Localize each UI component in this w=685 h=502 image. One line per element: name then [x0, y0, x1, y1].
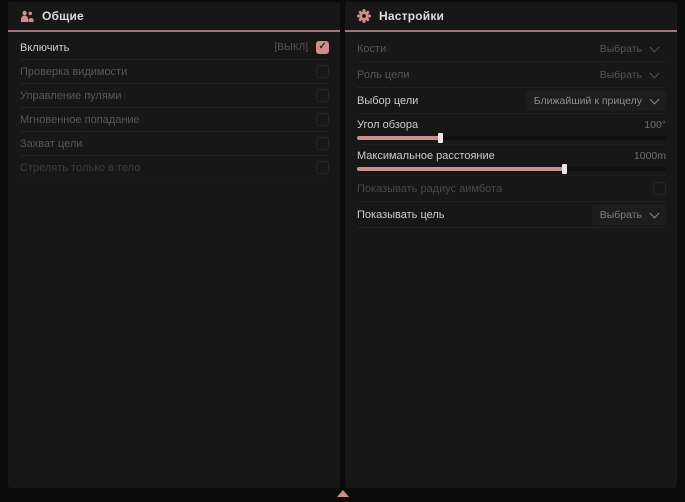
toggle-label: Управление пулями	[20, 90, 122, 102]
toggle-row-bullet-control[interactable]: Управление пулями	[20, 84, 329, 108]
gear-icon	[357, 9, 371, 23]
slider-handle[interactable]	[562, 164, 567, 174]
chevron-down-icon	[650, 68, 660, 78]
general-rows: Включить [ВЫКЛ] Проверка видимости Управ…	[8, 32, 340, 180]
toggle-row-instant-hit[interactable]: Мгновенное попадание	[20, 108, 329, 132]
checkbox-body-only[interactable]	[316, 161, 329, 174]
setting-label: Угол обзора	[357, 119, 418, 131]
checkbox-visibility-check[interactable]	[316, 65, 329, 78]
toggle-row-visibility-check[interactable]: Проверка видимости	[20, 60, 329, 84]
chevron-down-icon	[650, 208, 660, 218]
setting-label: Роль цели	[357, 69, 409, 81]
panel-settings-title: Настройки	[379, 9, 444, 23]
toggle-label: Стрелять только в тело	[20, 162, 140, 174]
toggle-label: Мгновенное попадание	[20, 114, 140, 126]
panel-general-header: Общие	[8, 2, 340, 32]
checkbox-enable[interactable]	[316, 41, 329, 54]
dropdown-target-select[interactable]: Ближайший к прицелу	[526, 91, 666, 111]
panel-settings: Настройки Кости Выбрать Роль цели Выбрат…	[345, 2, 677, 488]
hotkey-tag: [ВЫКЛ]	[275, 42, 308, 53]
dropdown-show-target[interactable]: Выбрать	[592, 205, 666, 225]
toggle-label: Захват цели	[20, 138, 82, 150]
setting-row-target-select: Выбор цели Ближайший к прицелу	[357, 88, 666, 114]
panel-general: Общие Включить [ВЫКЛ] Проверка видимости…	[8, 2, 340, 488]
checkbox-bullet-control[interactable]	[316, 89, 329, 102]
slider-value: 1000m	[634, 150, 666, 162]
toggle-label: Проверка видимости	[20, 66, 127, 78]
toggle-row-enable[interactable]: Включить [ВЫКЛ]	[20, 36, 329, 60]
chevron-down-icon	[650, 94, 660, 104]
fov-slider[interactable]	[357, 136, 666, 140]
slider-value: 100°	[644, 119, 666, 131]
setting-row-show-target: Показывать цель Выбрать	[357, 202, 666, 228]
checkbox-show-aimbot-radius[interactable]	[653, 182, 666, 195]
toggle-label: Показывать радиус аимбота	[357, 183, 502, 195]
group-icon	[20, 10, 34, 23]
checkbox-instant-hit[interactable]	[316, 113, 329, 126]
setting-row-bones: Кости Выбрать	[357, 36, 666, 62]
checkbox-target-lock[interactable]	[316, 137, 329, 150]
max-distance-slider[interactable]	[357, 167, 666, 171]
setting-label: Кости	[357, 43, 386, 55]
setting-row-max-distance: Максимальное расстояние 1000m	[357, 145, 666, 176]
dropdown-bones[interactable]: Выбрать	[592, 39, 666, 59]
setting-row-fov: Угол обзора 100°	[357, 114, 666, 145]
dropdown-target-role[interactable]: Выбрать	[592, 65, 666, 85]
scroll-up-indicator[interactable]	[337, 490, 349, 497]
panel-general-title: Общие	[42, 9, 84, 23]
setting-label: Максимальное расстояние	[357, 150, 495, 162]
setting-label: Показывать цель	[357, 209, 445, 221]
toggle-row-body-only[interactable]: Стрелять только в тело	[20, 156, 329, 180]
settings-rows: Кости Выбрать Роль цели Выбрать Выбор це…	[345, 32, 677, 228]
chevron-down-icon	[650, 42, 660, 52]
setting-label: Выбор цели	[357, 95, 418, 107]
slider-handle[interactable]	[438, 133, 443, 143]
panel-settings-header: Настройки	[345, 2, 677, 32]
toggle-label: Включить	[20, 42, 69, 54]
setting-row-target-role: Роль цели Выбрать	[357, 62, 666, 88]
toggle-row-target-lock[interactable]: Захват цели	[20, 132, 329, 156]
toggle-row-show-aimbot-radius[interactable]: Показывать радиус аимбота	[357, 176, 666, 202]
